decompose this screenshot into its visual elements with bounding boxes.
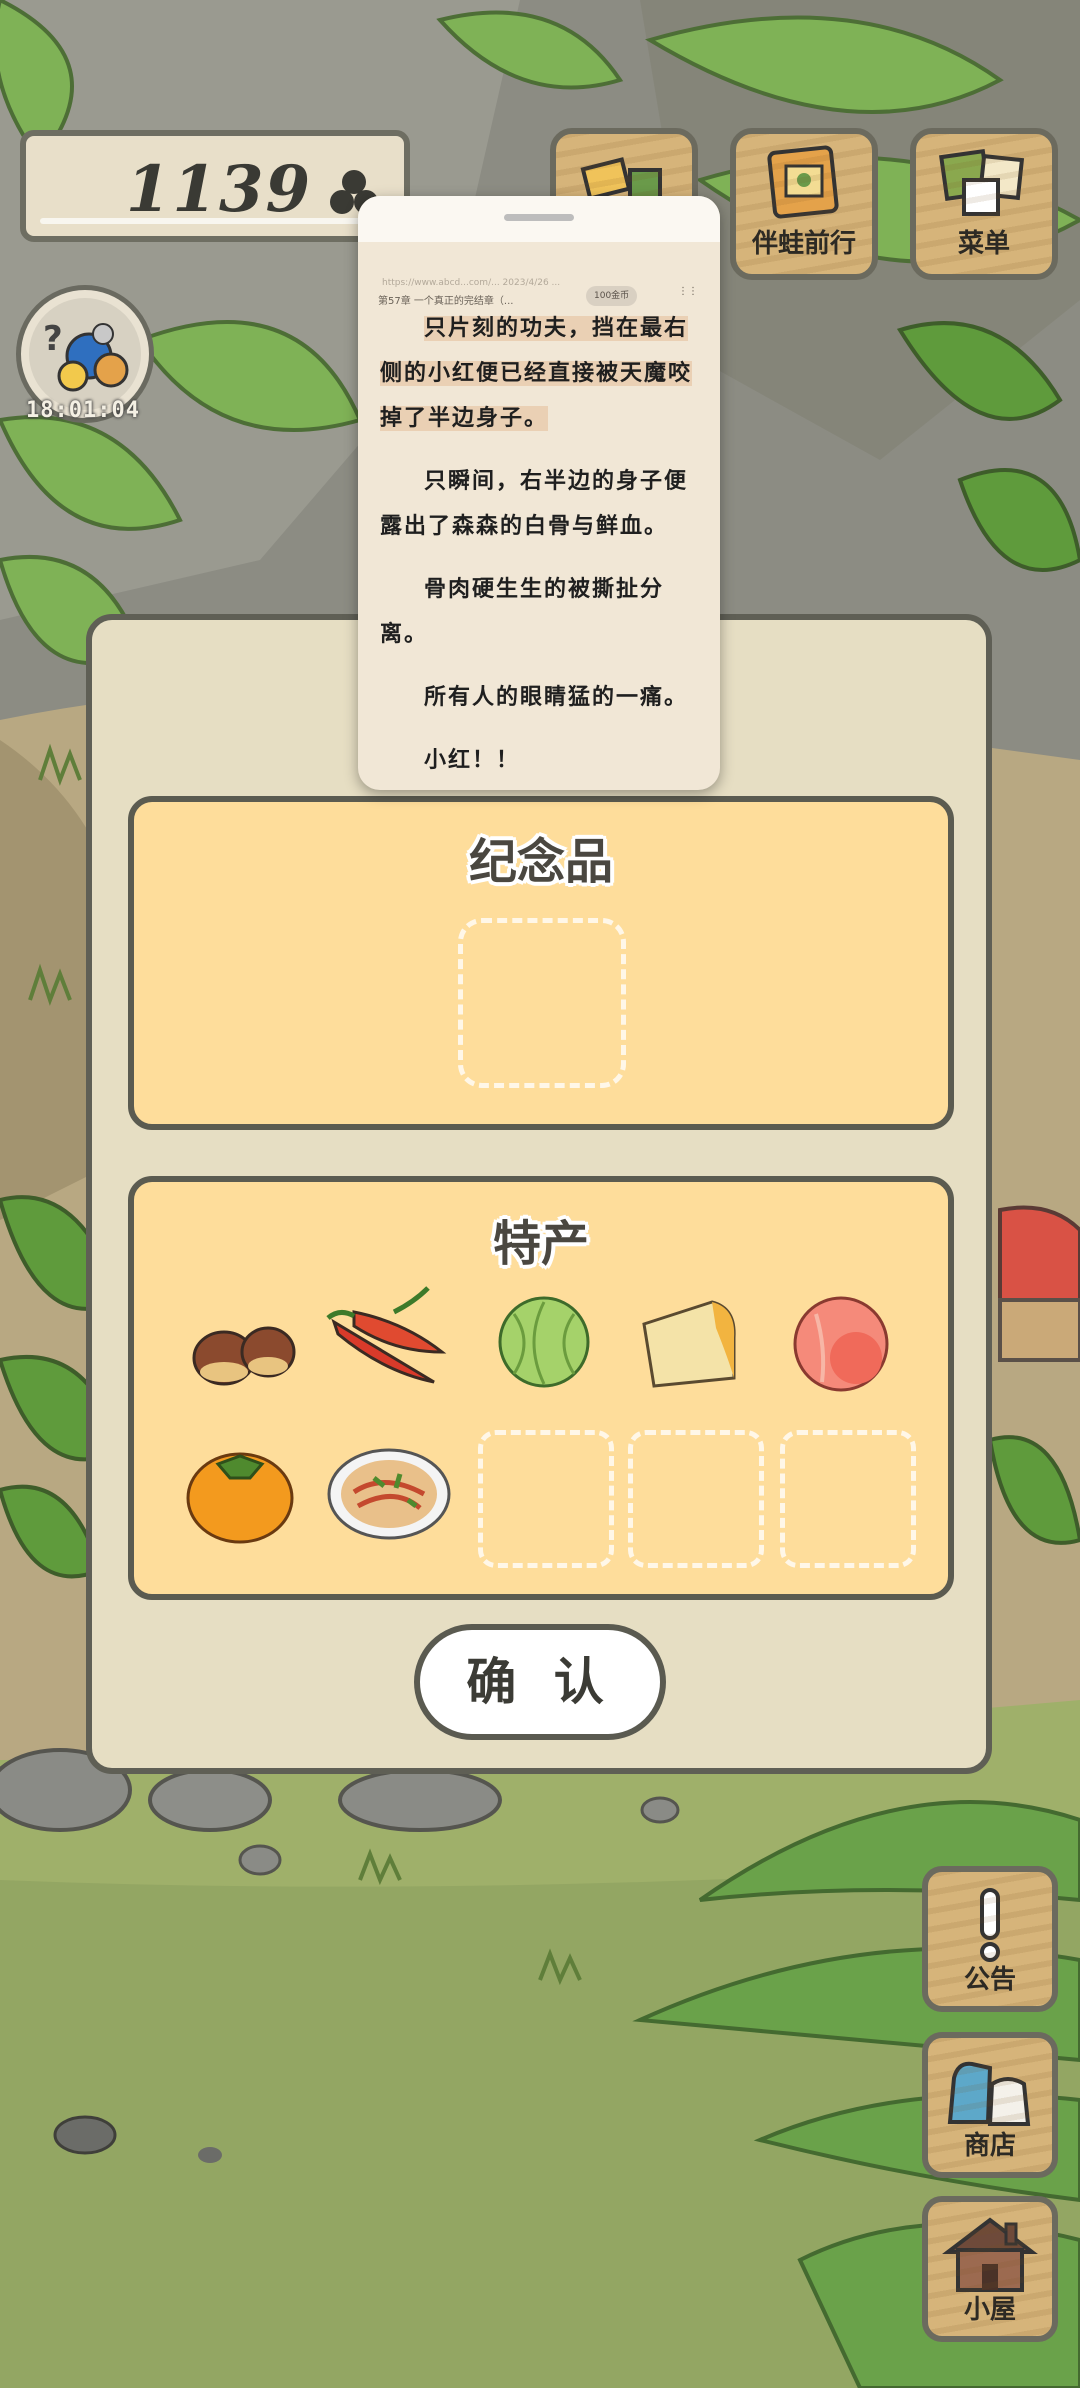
- specialty-empty-slot[interactable]: [780, 1430, 916, 1568]
- counter-underline: [40, 218, 390, 224]
- drag-handle[interactable]: [504, 214, 574, 221]
- souvenir-panel: 纪念品: [128, 796, 954, 1130]
- souvenir-empty-slot[interactable]: [458, 918, 626, 1088]
- reader-paragraph: 所有人的眼睛猛的一痛。: [424, 685, 689, 710]
- walk-with-frog-button[interactable]: 伴蛙前行: [730, 128, 878, 280]
- reader-text: 只片刻的功夫，挡在最右侧的小红便已经直接被天魔咬掉了半边身子。 只瞬间，右半边的…: [380, 306, 702, 790]
- frog-timer: 18:01:04: [26, 398, 140, 423]
- reader-coin-chip[interactable]: 100金币: [586, 286, 638, 306]
- reader-url: https://www.abcd...com/... 2023/4/26 ...: [382, 278, 561, 288]
- svg-text:?: ?: [43, 319, 63, 359]
- reader-paragraph: 只瞬间，右半边的身子便露出了森森的白骨与鲜血。: [380, 469, 689, 539]
- souvenir-title: 纪念品: [468, 834, 613, 890]
- specialty-empty-slot[interactable]: [628, 1430, 764, 1568]
- shop-label: 商店: [963, 2131, 1016, 2161]
- walk-with-frog-label: 伴蛙前行: [751, 229, 856, 259]
- notice-button[interactable]: 公告: [922, 1866, 1058, 2012]
- cheese-icon[interactable]: [634, 1288, 744, 1394]
- specialty-empty-slot[interactable]: [478, 1430, 614, 1568]
- reader-paragraph: 小红！！: [424, 748, 521, 773]
- menu-label: 菜单: [957, 229, 1010, 259]
- menu-button[interactable]: 菜单: [910, 128, 1058, 280]
- specialty-title: 特产: [492, 1216, 589, 1272]
- chili-peppers-icon[interactable]: [324, 1282, 454, 1402]
- more-icon[interactable]: ⋮⋮: [678, 286, 698, 297]
- confirm-button[interactable]: 确 认: [414, 1624, 666, 1740]
- reader-chapter-title[interactable]: 第57章 一个真正的完结章（...: [378, 292, 513, 307]
- peach-icon[interactable]: [786, 1288, 896, 1394]
- noodle-dish-icon[interactable]: [324, 1442, 454, 1542]
- floating-reader-window[interactable]: https://www.abcd...com/... 2023/4/26 ...…: [358, 196, 720, 790]
- clover-count: 1139: [125, 152, 312, 227]
- reader-paragraph: 只片刻的功夫，挡在最右侧的小红便已经直接被天魔咬掉了半边身子。: [380, 316, 693, 431]
- cabbage-icon[interactable]: [484, 1292, 604, 1392]
- clover-counter: 1139: [20, 130, 410, 242]
- chestnuts-icon[interactable]: [178, 1292, 308, 1402]
- house-label: 小屋: [963, 2295, 1016, 2325]
- shop-button[interactable]: 商店: [922, 2032, 1058, 2178]
- specialty-panel: 特产: [128, 1176, 954, 1600]
- house-button[interactable]: 小屋: [922, 2196, 1058, 2342]
- notice-label: 公告: [963, 1965, 1016, 1995]
- reader-paragraph: 骨肉硬生生的被撕扯分离。: [380, 577, 665, 647]
- persimmon-icon[interactable]: [180, 1438, 300, 1548]
